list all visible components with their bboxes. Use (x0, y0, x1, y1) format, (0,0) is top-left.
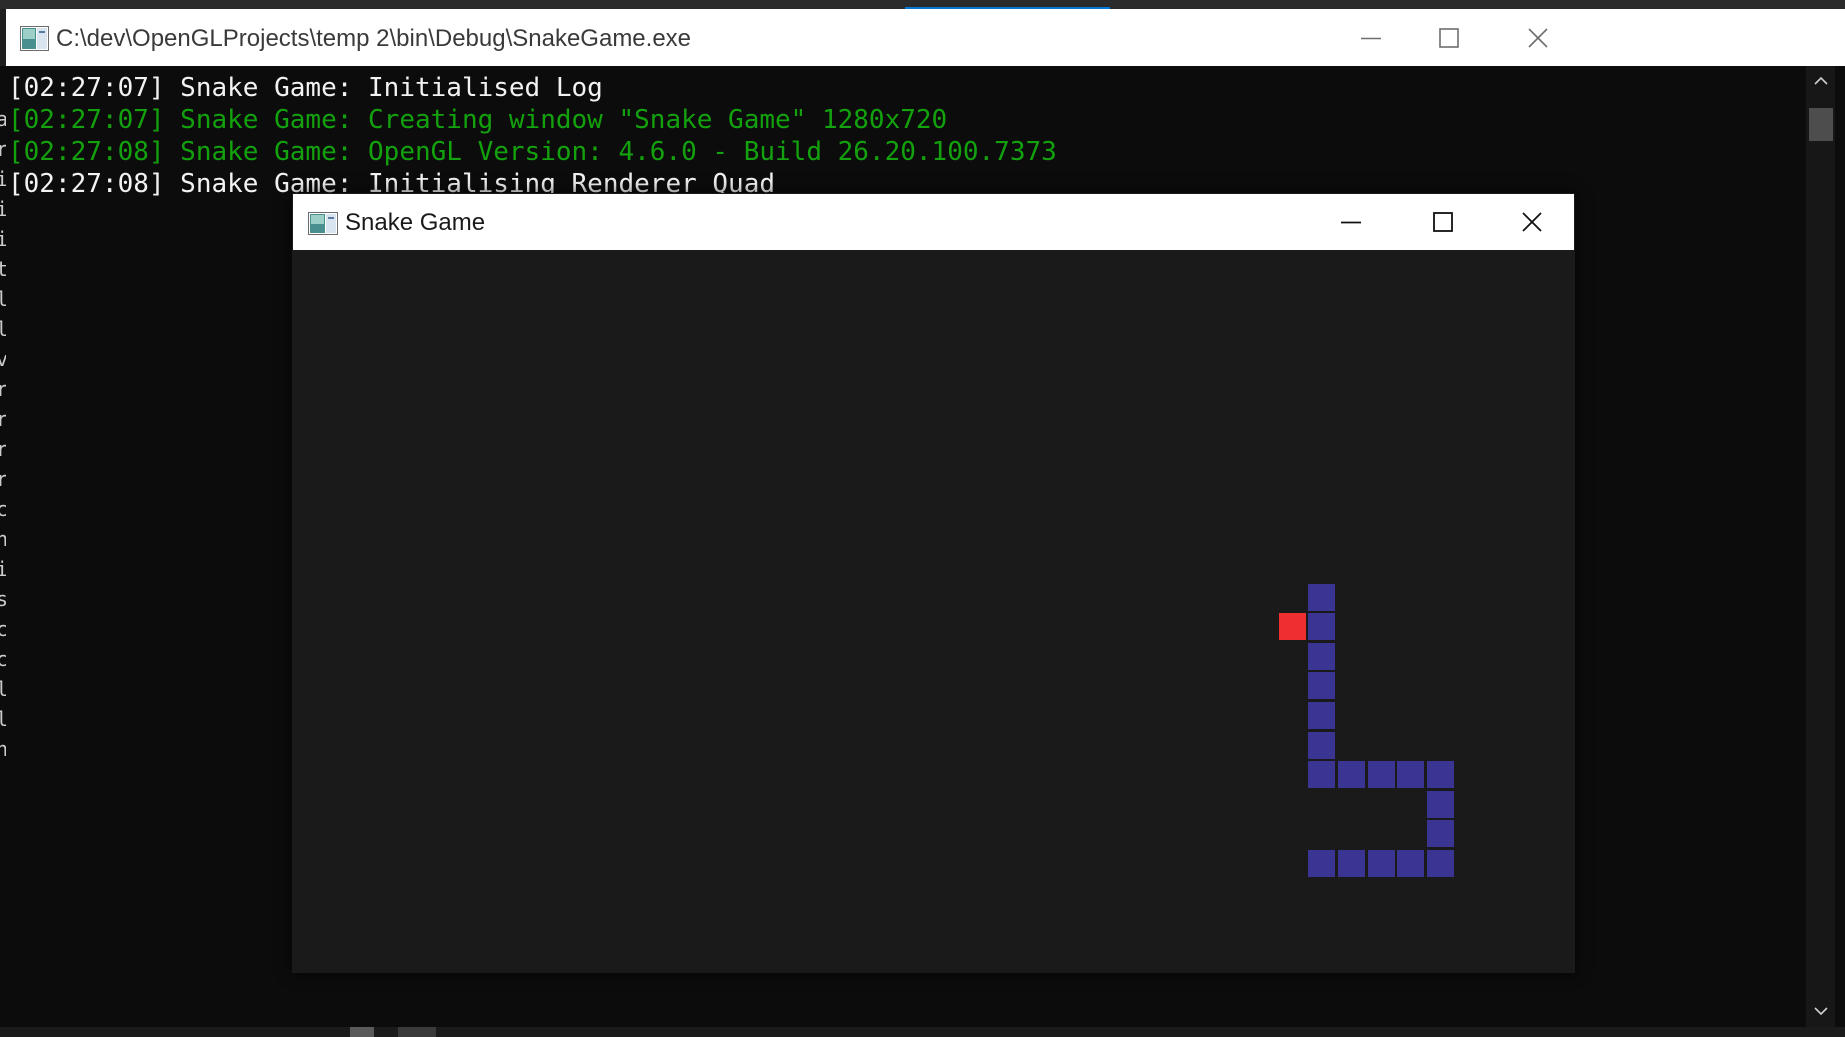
snake-segment (1308, 850, 1336, 877)
game-title: Snake Game (345, 209, 486, 236)
game-window: Snake Game (292, 193, 1575, 973)
chevron-down-icon (1813, 1007, 1828, 1016)
console-maximize-button[interactable] (1410, 9, 1488, 66)
snake-segment (1426, 820, 1454, 848)
snake-segment (1308, 672, 1336, 700)
snake-segment (1367, 850, 1395, 877)
scroll-up-button[interactable] (1806, 66, 1835, 96)
close-icon (1528, 27, 1548, 48)
log-line: [02:27:08] Snake Game: OpenGL Version: 4… (8, 137, 1057, 167)
game-app-icon (308, 212, 338, 235)
minimize-icon (1361, 37, 1381, 39)
snake-segment (1426, 850, 1454, 877)
snake-segment (1426, 761, 1454, 789)
snake-segment (1338, 761, 1365, 789)
taskbar-item (350, 1027, 374, 1037)
snake-segment (1397, 761, 1425, 789)
food-cell (1278, 613, 1306, 641)
scroll-thumb[interactable] (1809, 108, 1833, 141)
chevron-up-icon (1813, 76, 1828, 85)
snake-segment (1338, 850, 1365, 877)
snake-segment (1308, 702, 1336, 729)
console-minimize-button[interactable] (1332, 9, 1410, 66)
background-window-strip (0, 0, 1845, 9)
game-titlebar[interactable]: Snake Game (293, 194, 1574, 250)
snake-segment (1308, 613, 1336, 641)
snake-segment (1367, 761, 1395, 789)
console-titlebar[interactable]: C:\dev\OpenGLProjects\temp 2\bin\Debug\S… (6, 9, 1845, 66)
minimize-icon (1341, 221, 1361, 224)
console-log: [02:27:07] Snake Game: Initialised Log [0… (8, 72, 1057, 200)
game-minimize-button[interactable] (1305, 194, 1397, 250)
snake-segment (1397, 850, 1425, 877)
taskbar-item (398, 1027, 436, 1037)
snake-segment (1308, 642, 1336, 670)
snake-segment (1426, 790, 1454, 818)
scroll-down-button[interactable] (1806, 996, 1835, 1026)
maximize-icon (1433, 212, 1453, 232)
log-line: [02:27:07] Snake Game: Initialised Log (8, 73, 603, 103)
snake-head (1308, 583, 1336, 611)
close-icon (1521, 212, 1542, 232)
game-canvas[interactable] (292, 250, 1575, 973)
console-close-button[interactable] (1488, 9, 1588, 66)
game-maximize-button[interactable] (1397, 194, 1489, 250)
console-title: C:\dev\OpenGLProjects\temp 2\bin\Debug\S… (56, 25, 692, 52)
maximize-icon (1439, 27, 1459, 48)
console-scrollbar[interactable] (1806, 66, 1835, 1027)
console-app-icon (20, 26, 49, 51)
game-close-button[interactable] (1489, 194, 1574, 250)
log-line: [02:27:07] Snake Game: Creating window "… (8, 105, 948, 135)
snake-segment (1308, 731, 1336, 759)
snake-segment (1308, 761, 1336, 789)
background-taskbar-strip (0, 1027, 1845, 1037)
